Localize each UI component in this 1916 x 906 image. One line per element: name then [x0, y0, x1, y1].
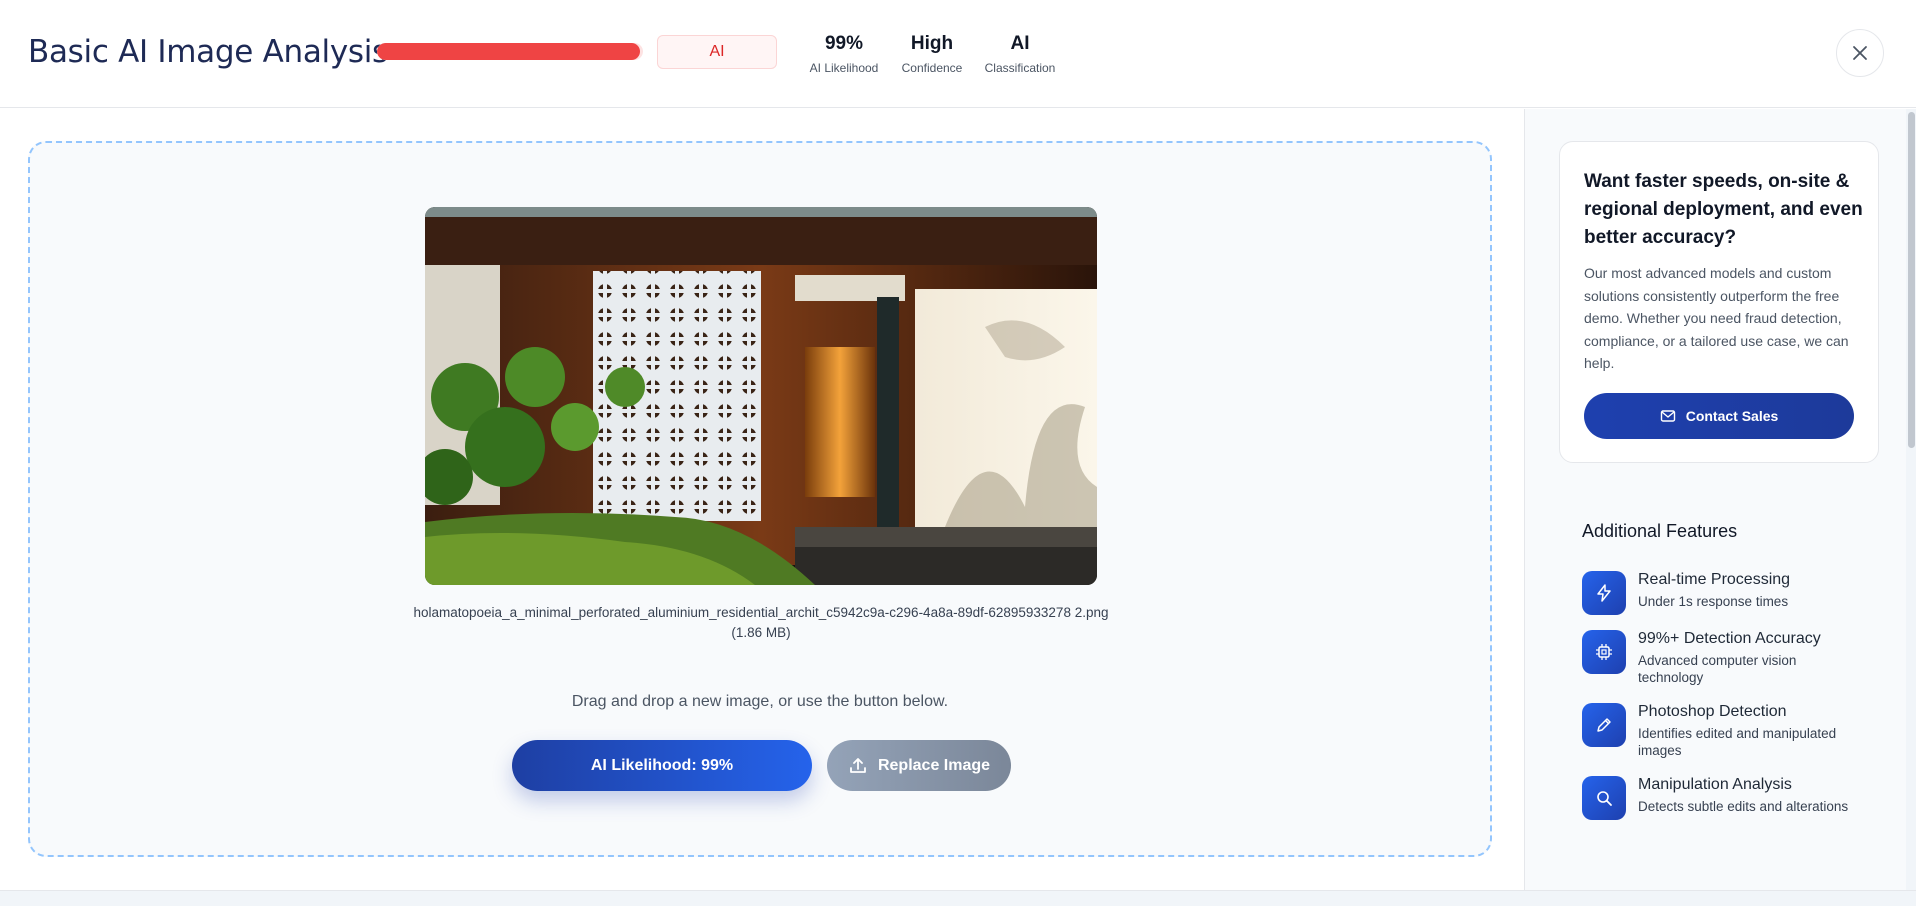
stat-value: High: [910, 33, 954, 54]
upload-icon: [850, 757, 866, 773]
feature-desc: Detects subtle edits and alterations: [1638, 799, 1849, 814]
chip-icon: [1582, 630, 1626, 674]
stat-value: AI: [1010, 33, 1030, 54]
stat-label: Classification: [984, 61, 1056, 75]
feature-manipulation-analysis: Manipulation Analysis Detects subtle edi…: [1582, 776, 1882, 836]
sidebar: Want faster speeds, on-site & regional d…: [1524, 109, 1916, 890]
feature-detection-accuracy: 99%+ Detection Accuracy Advanced compute…: [1582, 630, 1882, 690]
dropzone-hint: Drag and drop a new image, or use the bu…: [571, 693, 949, 710]
replace-image-label: Replace Image: [877, 756, 991, 774]
ai-likelihood-button[interactable]: AI Likelihood: 99%: [512, 740, 812, 791]
mail-icon: [1660, 410, 1675, 422]
stat-label: AI Likelihood: [809, 61, 879, 75]
feature-realtime-processing: Real-time Processing Under 1s response t…: [1582, 571, 1882, 631]
contact-sales-button[interactable]: Contact Sales: [1584, 393, 1854, 439]
lightning-icon: [1582, 571, 1626, 615]
feature-photoshop-detection: Photoshop Detection Identifies edited an…: [1582, 703, 1882, 763]
scrollbar-thumb[interactable]: [1908, 112, 1915, 448]
image-dropzone[interactable]: holamatopoeia_a_minimal_perforated_alumi…: [28, 141, 1492, 857]
stat-classification: AI Classification: [984, 33, 1056, 75]
feature-title: Real-time Processing: [1638, 571, 1791, 588]
page-title: Basic AI Image Analysis: [28, 34, 388, 70]
stat-value: 99%: [824, 33, 864, 54]
main-area: holamatopoeia_a_minimal_perforated_alumi…: [0, 109, 1524, 890]
preview-illustration: [425, 207, 1097, 585]
stat-confidence: High Confidence: [898, 33, 966, 75]
stat-ai-likelihood: 99% AI Likelihood: [808, 33, 880, 75]
feature-title: Photoshop Detection: [1638, 703, 1787, 720]
ai-likelihood-bar: [377, 43, 643, 60]
contact-sales-label: Contact Sales: [1685, 408, 1779, 424]
image-preview: [425, 207, 1097, 585]
promo-title: Want faster speeds, on-site & regional d…: [1584, 171, 1863, 248]
features-title: Additional Features: [1582, 521, 1738, 541]
search-icon: [1582, 776, 1626, 820]
close-button[interactable]: [1836, 29, 1884, 77]
image-filename: holamatopoeia_a_minimal_perforated_alumi…: [413, 605, 1109, 640]
feature-desc: Identifies edited and manipulated images: [1638, 726, 1837, 758]
feature-title: 99%+ Detection Accuracy: [1638, 630, 1821, 647]
replace-image-button[interactable]: Replace Image: [827, 740, 1011, 791]
ai-likelihood-bar-fill: [377, 43, 641, 60]
stat-label: Confidence: [901, 61, 963, 75]
promo-card: Want faster speeds, on-site & regional d…: [1559, 141, 1879, 463]
feature-title: Manipulation Analysis: [1638, 776, 1792, 793]
classification-badge: AI: [657, 35, 777, 69]
feature-desc: Advanced computer vision technology: [1638, 653, 1797, 685]
promo-text: Our most advanced models and custom solu…: [1584, 265, 1849, 371]
app-header: Basic AI Image Analysis AI 99% AI Likeli…: [0, 0, 1916, 108]
feature-desc: Under 1s response times: [1638, 594, 1789, 609]
footer-strip: [0, 890, 1916, 906]
close-icon: [1853, 46, 1867, 60]
pencil-icon: [1582, 703, 1626, 747]
